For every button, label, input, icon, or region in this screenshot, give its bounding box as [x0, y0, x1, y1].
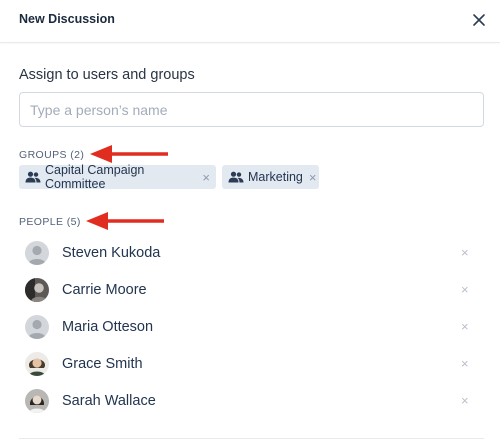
- person-row: Grace Smith ×: [0, 350, 500, 387]
- person-name: Steven Kukoda: [62, 245, 161, 261]
- avatar-photo: [25, 278, 49, 302]
- group-icon: [228, 171, 244, 183]
- person-row: Steven Kukoda ×: [0, 239, 500, 276]
- remove-group-icon[interactable]: ×: [309, 170, 317, 185]
- group-chip-marketing[interactable]: Marketing ×: [222, 165, 319, 189]
- group-chip-label: Marketing: [248, 170, 303, 184]
- avatar-placeholder: [25, 315, 49, 339]
- person-row: Maria Otteson ×: [0, 313, 500, 350]
- remove-group-icon[interactable]: ×: [202, 170, 210, 185]
- group-chip-label: Capital Campaign Committee: [45, 163, 145, 191]
- remove-person-icon[interactable]: ×: [461, 393, 469, 408]
- person-row: Sarah Wallace ×: [0, 387, 500, 424]
- groups-heading: GROUPS (2): [19, 149, 85, 161]
- remove-person-icon[interactable]: ×: [461, 356, 469, 371]
- person-name: Sarah Wallace: [62, 393, 156, 409]
- close-button[interactable]: [470, 11, 488, 29]
- person-search-input[interactable]: [19, 92, 484, 127]
- remove-person-icon[interactable]: ×: [461, 319, 469, 334]
- annotation-arrow-icon: [86, 212, 164, 230]
- remove-person-icon[interactable]: ×: [461, 245, 469, 260]
- dialog-header: New Discussion: [0, 0, 500, 43]
- dialog-title: New Discussion: [19, 12, 115, 26]
- annotation-arrow-icon: [90, 145, 168, 163]
- group-icon: [25, 171, 41, 183]
- person-name: Carrie Moore: [62, 282, 147, 298]
- avatar-photo: [25, 389, 49, 413]
- avatar-photo: [25, 352, 49, 376]
- group-chip-capital-campaign-committee[interactable]: Capital Campaign Committee ×: [19, 163, 216, 191]
- person-name: Grace Smith: [62, 356, 143, 372]
- footer-divider: [19, 438, 484, 439]
- assign-section-title: Assign to users and groups: [19, 67, 195, 83]
- avatar-placeholder: [25, 241, 49, 265]
- person-row: Carrie Moore ×: [0, 276, 500, 313]
- people-heading: PEOPLE (5): [19, 216, 81, 228]
- close-icon: [473, 14, 485, 26]
- remove-person-icon[interactable]: ×: [461, 282, 469, 297]
- person-name: Maria Otteson: [62, 319, 154, 335]
